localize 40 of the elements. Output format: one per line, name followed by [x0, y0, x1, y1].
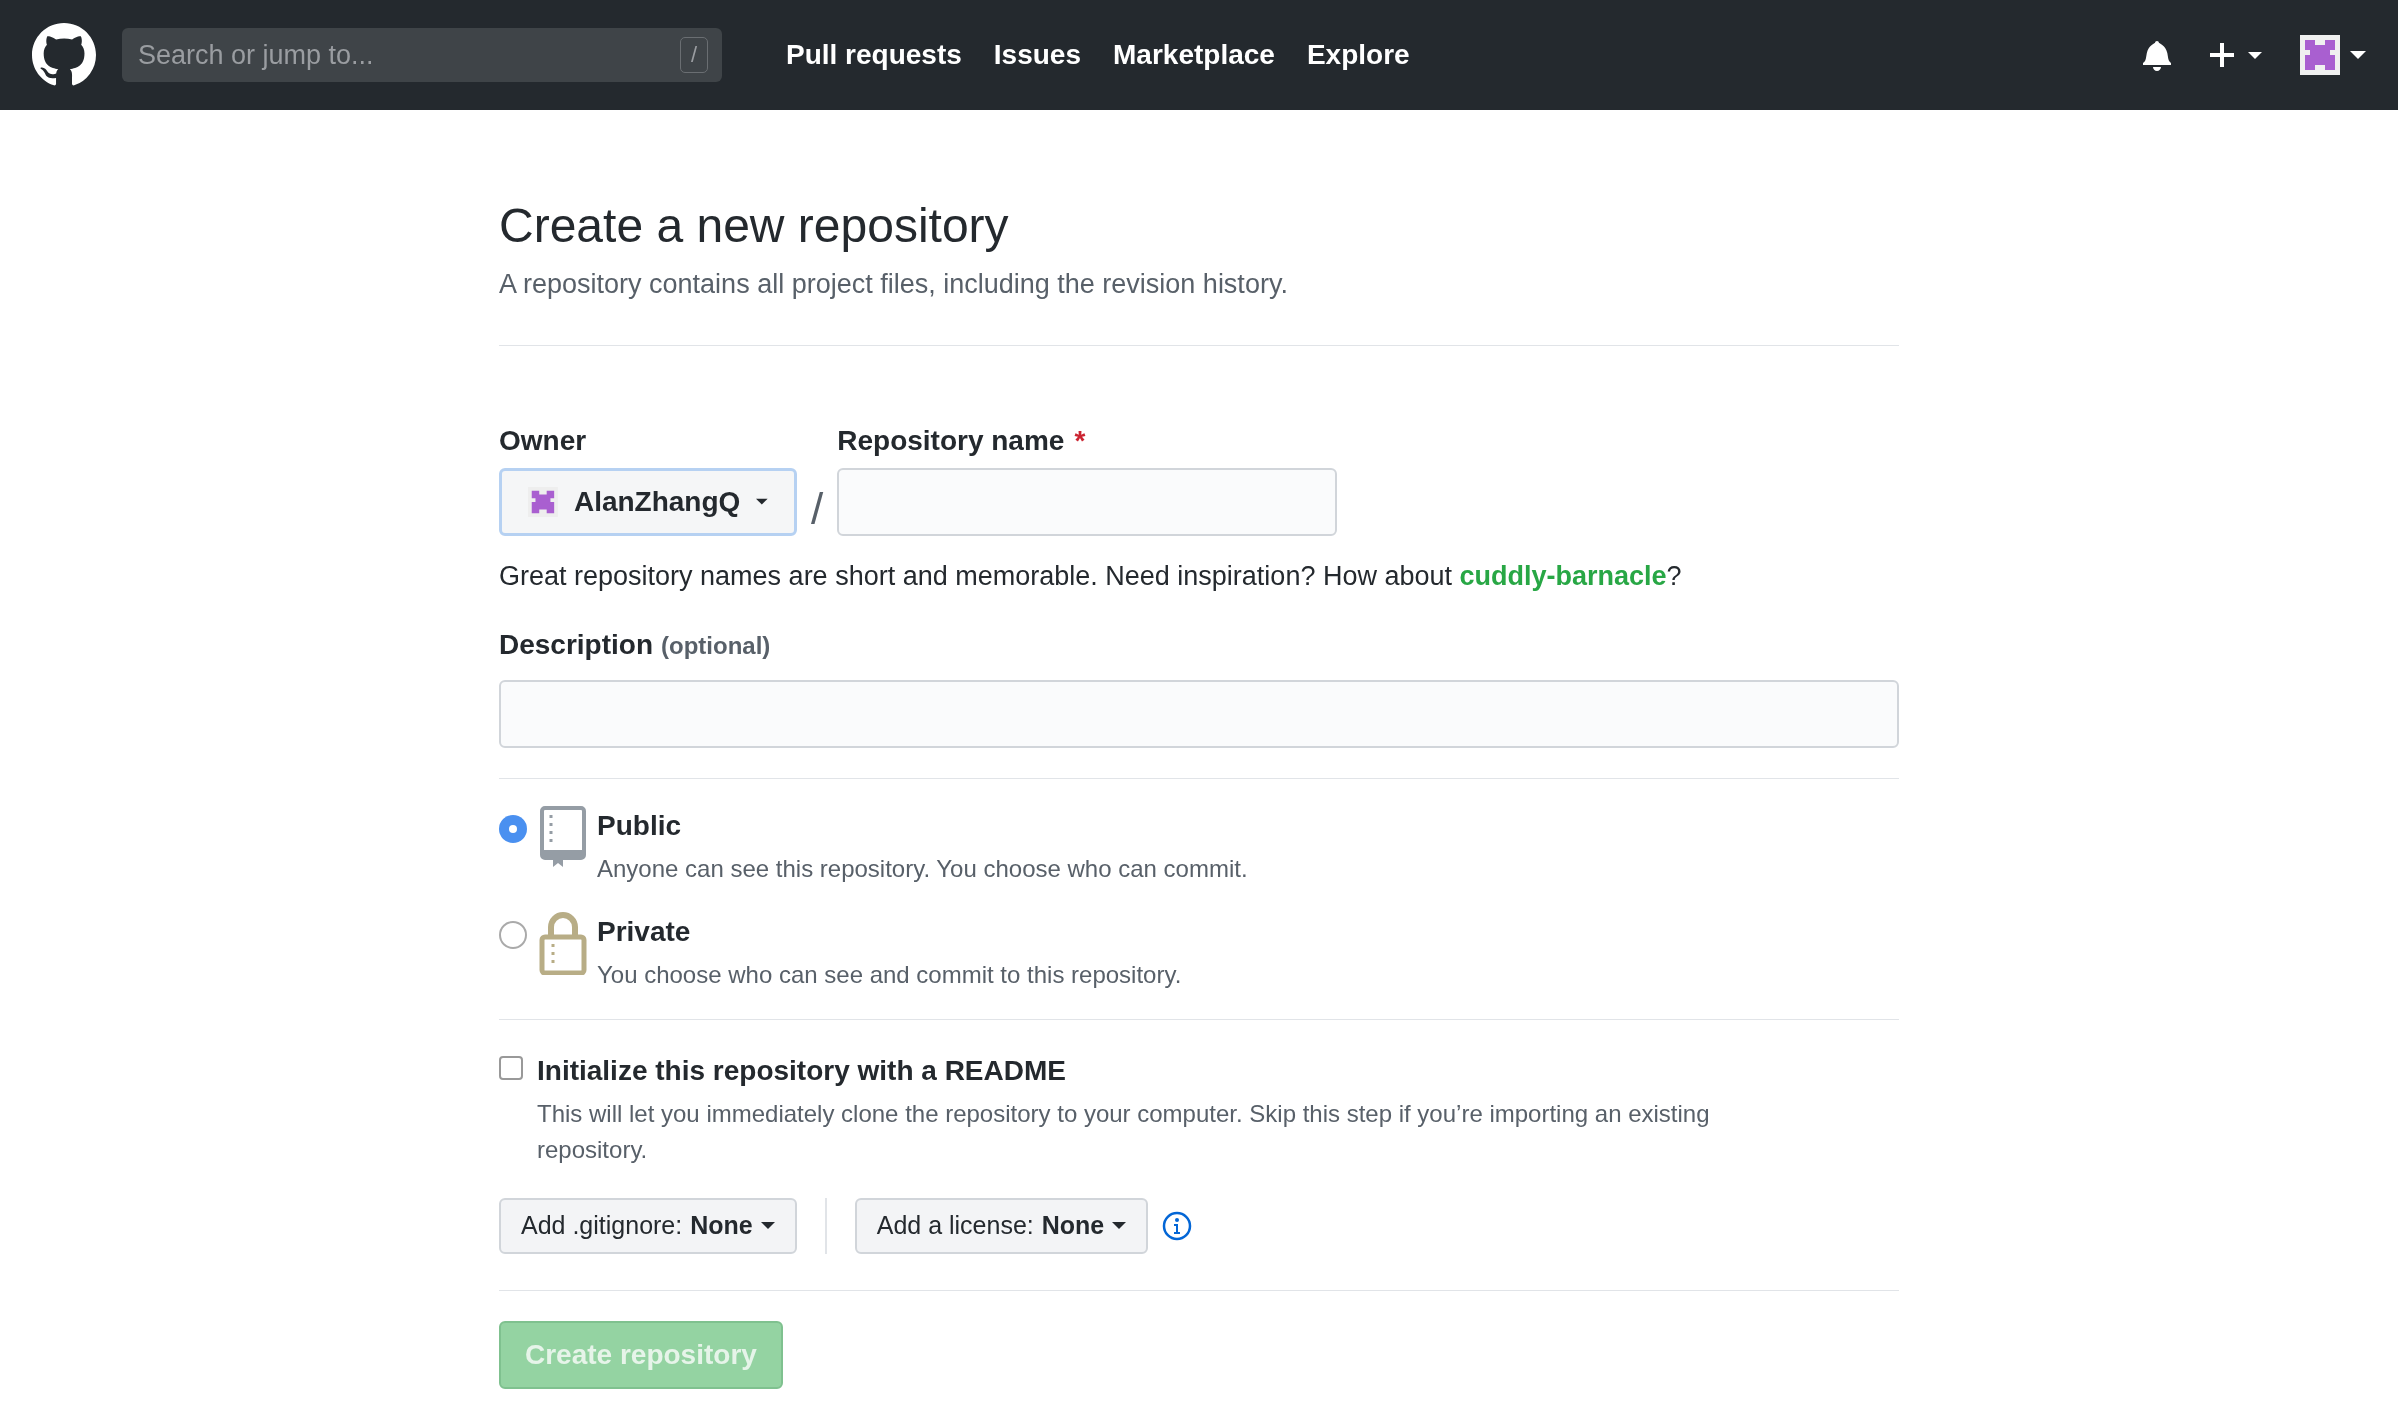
visibility-title: Private: [597, 915, 692, 949]
caret-icon: [2350, 50, 2366, 60]
avatar-icon: [2300, 35, 2340, 75]
plus-dropdown-icon[interactable]: [2208, 40, 2264, 70]
slash-separator: /: [811, 482, 824, 535]
required-mark: *: [1074, 423, 1086, 454]
optional-note: (optional): [661, 631, 771, 661]
visibility-radio[interactable]: [499, 815, 527, 843]
readme-label: Initialize this repository with a README: [537, 1054, 1067, 1088]
gitignore-dropdown[interactable]: Add .gitignore: None: [499, 1198, 797, 1254]
description-field[interactable]: [499, 680, 1899, 748]
name-hint-text: Great repository names are short and memorable. Need inspiration? How about cuddly-barnacle?: [499, 559, 1683, 593]
visibility-radio[interactable]: [499, 921, 527, 949]
description-label: Description: [499, 628, 654, 662]
notification-bell-icon[interactable]: [2142, 39, 2172, 71]
book-icon: [539, 805, 587, 869]
nav-link[interactable]: Issues: [993, 34, 1081, 76]
caret-icon: [1112, 1222, 1127, 1230]
repository-name-label: Repository name: [837, 423, 1065, 454]
nav-link[interactable]: Explore: [1306, 34, 1410, 76]
avatar-menu[interactable]: [2300, 35, 2366, 75]
license-dropdown[interactable]: Add a license: None: [854, 1198, 1149, 1254]
nav-link[interactable]: Marketplace: [1113, 34, 1275, 76]
owner-dropdown[interactable]: AlanZhangQ: [499, 467, 797, 536]
readme-checkbox[interactable]: [499, 1056, 523, 1080]
caret-icon: [756, 497, 768, 506]
page-title: Create a new repository: [499, 198, 1010, 254]
info-icon[interactable]: [1162, 1211, 1193, 1241]
visibility-description: You choose who can see and commit to this repository.: [597, 960, 1182, 990]
visibility-description: Anyone can see this repository. You choose who can commit.: [597, 854, 1248, 884]
nav-link[interactable]: Pull requests: [786, 34, 962, 76]
repository-name-field[interactable]: [837, 467, 1338, 536]
visibility-title: Public: [597, 809, 682, 843]
lock-icon: [539, 911, 587, 975]
readme-description: This will let you immediately clone the repository to your computer. Skip this step if you’re importing an existing repository.: [537, 1099, 1711, 1165]
caret-icon: [760, 1222, 775, 1230]
logo-icon[interactable]: [32, 23, 96, 87]
page-subtitle: A repository contains all project files, including the revision history.: [499, 268, 1289, 301]
shortcut-key: /: [679, 37, 708, 73]
owner-label: Owner: [499, 423, 588, 454]
